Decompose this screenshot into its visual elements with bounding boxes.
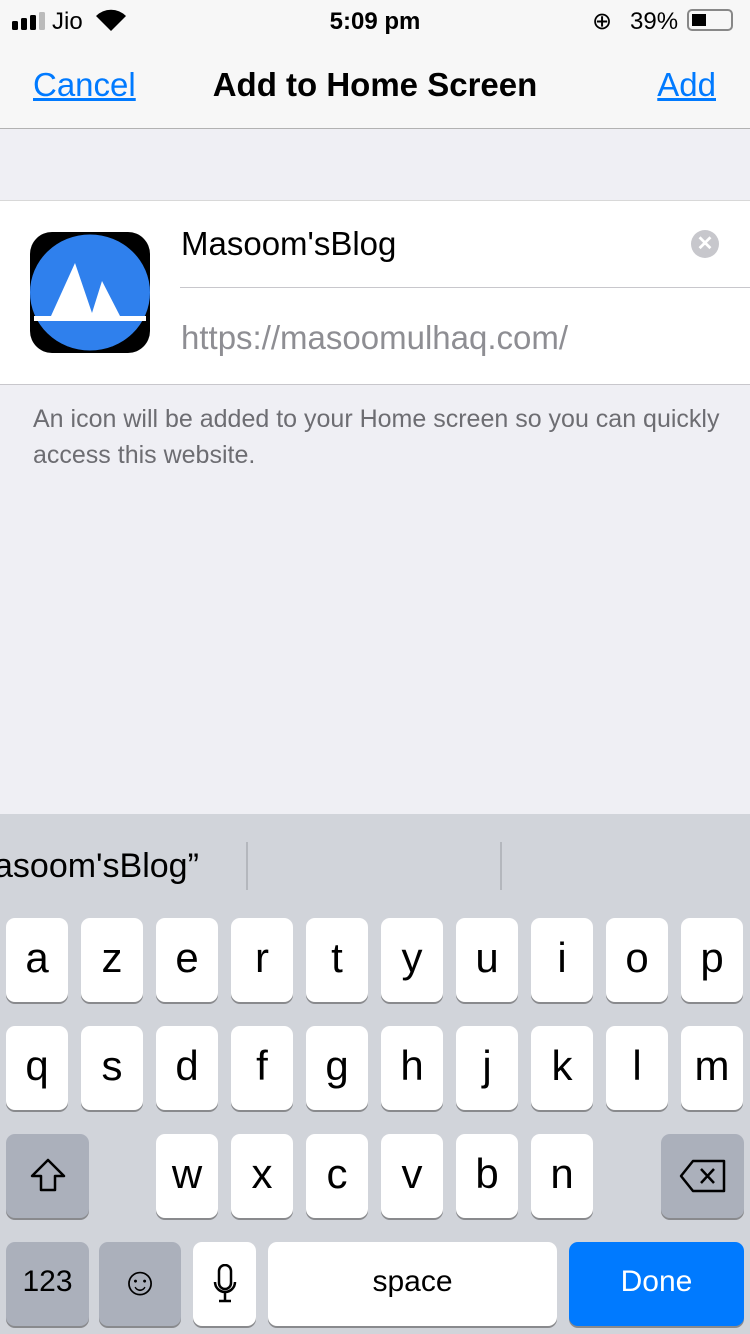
key-j[interactable]: j <box>456 1026 518 1110</box>
key-b[interactable]: b <box>456 1134 518 1218</box>
name-input[interactable]: Masoom'sBlog <box>181 225 396 263</box>
key-o[interactable]: o <box>606 918 668 1002</box>
shift-icon <box>30 1158 65 1192</box>
numbers-key[interactable]: 123 <box>6 1242 89 1326</box>
emoji-key[interactable]: ☺ <box>99 1242 181 1326</box>
divider <box>246 842 248 890</box>
key-k[interactable]: k <box>531 1026 593 1110</box>
url-text: https://masoomulhaq.com/ <box>181 319 569 356</box>
divider <box>500 842 502 890</box>
key-p[interactable]: p <box>681 918 743 1002</box>
delete-key[interactable] <box>661 1134 744 1218</box>
keyboard: asoom'sBlog” azertyuiopqsdfghjklmwxcvbn … <box>0 814 750 1334</box>
key-c[interactable]: c <box>306 1134 368 1218</box>
key-r[interactable]: r <box>231 918 293 1002</box>
key-y[interactable]: y <box>381 918 443 1002</box>
shift-key[interactable] <box>6 1134 89 1218</box>
key-m[interactable]: m <box>681 1026 743 1110</box>
key-s[interactable]: s <box>81 1026 143 1110</box>
site-icon <box>30 232 150 353</box>
suggestion-bar: asoom'sBlog” <box>0 814 750 914</box>
key-u[interactable]: u <box>456 918 518 1002</box>
space-key[interactable]: space <box>268 1242 557 1326</box>
key-h[interactable]: h <box>381 1026 443 1110</box>
hint-text: An icon will be added to your Home scree… <box>33 405 720 469</box>
emoji-icon: ☺ <box>119 1260 161 1304</box>
key-t[interactable]: t <box>306 918 368 1002</box>
battery-percent: 39% <box>630 8 679 35</box>
navigation-bar: Cancel Add to Home Screen Add <box>0 40 750 129</box>
page-title: Add to Home Screen <box>212 66 538 103</box>
microphone-icon <box>213 1263 236 1303</box>
key-n[interactable]: n <box>531 1134 593 1218</box>
battery-icon <box>687 9 733 31</box>
key-z[interactable]: z <box>81 918 143 1002</box>
done-key[interactable]: Done <box>569 1242 744 1326</box>
key-x[interactable]: x <box>231 1134 293 1218</box>
key-q[interactable]: q <box>6 1026 68 1110</box>
rotation-lock-icon: ⊕ <box>592 8 613 35</box>
bookmark-card: Masoom'sBlog ✕ https://masoomulhaq.com/ <box>0 200 750 385</box>
backspace-icon <box>679 1159 725 1193</box>
add-button[interactable]: Add <box>657 66 716 104</box>
key-d[interactable]: d <box>156 1026 218 1110</box>
key-l[interactable]: l <box>606 1026 668 1110</box>
clear-text-button[interactable]: ✕ <box>691 230 719 258</box>
divider <box>180 287 750 288</box>
key-w[interactable]: w <box>156 1134 218 1218</box>
key-g[interactable]: g <box>306 1026 368 1110</box>
dictation-key[interactable] <box>193 1242 256 1326</box>
key-e[interactable]: e <box>156 918 218 1002</box>
status-bar: Jio 5:09 pm ⊕ 39% <box>0 0 750 40</box>
key-f[interactable]: f <box>231 1026 293 1110</box>
key-a[interactable]: a <box>6 918 68 1002</box>
key-v[interactable]: v <box>381 1134 443 1218</box>
suggestion-item[interactable]: asoom'sBlog” <box>0 847 199 886</box>
key-i[interactable]: i <box>531 918 593 1002</box>
